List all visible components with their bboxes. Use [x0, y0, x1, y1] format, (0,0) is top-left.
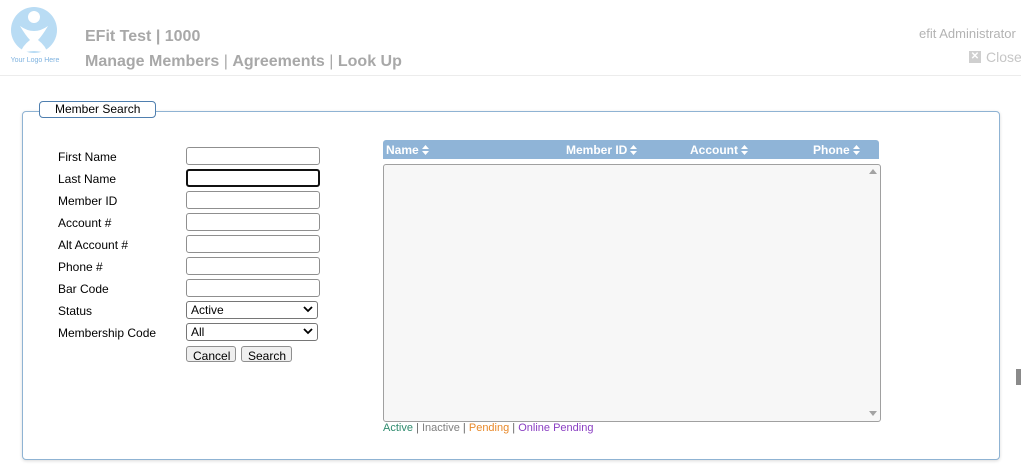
label-membership-code: Membership Code — [58, 326, 157, 340]
scroll-down-icon[interactable] — [869, 411, 877, 416]
status-legend: Active | Inactive | Pending | Online Pen… — [383, 422, 594, 434]
column-account[interactable]: Account — [690, 143, 748, 157]
chevron-down-icon — [303, 328, 313, 335]
app-header: Your Logo Here EFit Test | 1000 Manage M… — [0, 0, 1021, 76]
label-first-name: First Name — [58, 150, 117, 164]
sort-icon — [741, 144, 748, 155]
results-list[interactable] — [383, 164, 881, 422]
legend-inactive: Inactive — [421, 422, 460, 434]
user-name[interactable]: efit Administrator — [919, 26, 1016, 41]
nav-look-up[interactable]: Look Up — [338, 53, 402, 70]
chevron-down-icon — [303, 306, 313, 313]
cancel-button[interactable]: Cancel — [186, 346, 236, 363]
membership-code-select-value: All — [191, 325, 205, 339]
nav-agreements[interactable]: Agreements — [232, 53, 324, 70]
close-label: Close — [986, 49, 1021, 65]
column-member-id[interactable]: Member ID — [566, 143, 638, 157]
column-name[interactable]: Name — [386, 143, 429, 157]
account-input[interactable] — [186, 213, 320, 231]
results-table-header: Name Member ID Account Phone — [383, 140, 879, 159]
main-nav: Manage Members | Agreements | Look Up — [85, 53, 402, 70]
label-alt-account: Alt Account # — [58, 238, 129, 252]
last-name-input[interactable] — [186, 169, 320, 187]
close-button[interactable]: ✕ Close — [969, 49, 1021, 65]
sort-icon — [421, 144, 429, 155]
label-last-name: Last Name — [58, 172, 117, 186]
nav-manage-members[interactable]: Manage Members — [85, 53, 219, 70]
label-bar-code: Bar Code — [58, 282, 109, 296]
bar-code-input[interactable] — [186, 279, 320, 297]
legend-pending: Pending — [468, 422, 510, 434]
side-handle — [1016, 369, 1021, 385]
app-title: EFit Test | 1000 — [85, 28, 201, 45]
member-id-input[interactable] — [186, 191, 320, 209]
sort-icon — [852, 144, 860, 155]
label-member-id: Member ID — [58, 194, 118, 208]
close-icon: ✕ — [969, 51, 981, 63]
search-button[interactable]: Search — [241, 346, 292, 363]
scroll-up-icon[interactable] — [869, 169, 877, 174]
label-phone: Phone # — [58, 260, 103, 274]
membership-code-select[interactable]: All — [186, 323, 318, 341]
status-select-value: Active — [191, 303, 224, 317]
logo-text: Your Logo Here — [10, 57, 60, 64]
label-status: Status — [58, 304, 93, 318]
logo-figure-icon — [11, 7, 57, 54]
sort-icon — [630, 144, 638, 155]
phone-input[interactable] — [186, 257, 320, 275]
panel-legend: Member Search — [39, 101, 157, 118]
legend-online-pending: Online Pending — [518, 422, 594, 434]
logo: Your Logo Here — [6, 6, 64, 68]
alt-account-input[interactable] — [186, 235, 320, 253]
first-name-input[interactable] — [186, 147, 320, 165]
legend-active: Active — [383, 422, 413, 434]
status-select[interactable]: Active — [186, 301, 318, 319]
column-phone[interactable]: Phone — [813, 143, 860, 157]
label-account: Account # — [58, 216, 112, 230]
